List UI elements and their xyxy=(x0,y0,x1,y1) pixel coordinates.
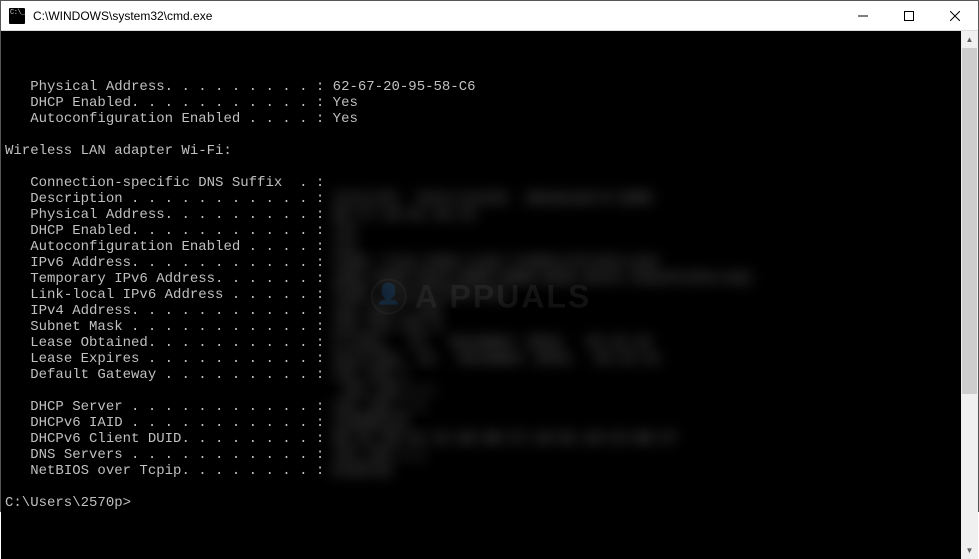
terminal-line: DHCP Server . . . . . . . . . . . : 192.… xyxy=(5,399,961,415)
terminal-line: Lease Obtained. . . . . . . . . . : Frid… xyxy=(5,335,961,351)
field-label: Connection-specific DNS Suffix . : xyxy=(30,175,324,191)
field-value: 192.168.1 xyxy=(324,367,408,383)
field-label: Physical Address. . . . . . . . . : xyxy=(30,207,324,223)
field-value: 192.168.1.1 xyxy=(324,399,425,415)
field-value: Friday, 15. November 2019, 10:15:42 xyxy=(324,335,652,351)
field-value: 192.168.1.105 xyxy=(324,303,442,319)
scroll-track[interactable] xyxy=(961,48,978,542)
minimize-button[interactable] xyxy=(840,1,886,31)
field-value: Yes xyxy=(324,95,358,111)
terminal-line: Wireless LAN adapter Wi-Fi: xyxy=(5,143,961,159)
terminal-line: Temporary IPv6 Address. . . . . . : 2001… xyxy=(5,271,961,287)
field-label: Physical Address. . . . . . . . . : xyxy=(30,79,324,95)
field-value: 62-67-20-95-58-C6 xyxy=(324,79,475,95)
cmd-icon xyxy=(9,8,25,24)
terminal-line xyxy=(5,479,961,495)
field-value: fe80::1%11(Preferred) xyxy=(324,287,509,303)
terminal-line: DHCPv6 Client DUID. . . . . . . . : 00-0… xyxy=(5,431,961,447)
field-value: Saturday, 16. November 2019, 10:15:41 xyxy=(324,351,660,367)
field-label: DHCP Server . . . . . . . . . . . : xyxy=(30,399,324,415)
terminal-line: 192.168.1.1 xyxy=(5,383,961,399)
terminal-line xyxy=(5,127,961,143)
terminal-line: DHCP Enabled. . . . . . . . . . . : Yes xyxy=(5,95,961,111)
prompt-text: C:\Users\2570p> xyxy=(5,495,131,511)
terminal-line: Connection-specific DNS Suffix . : xyxy=(5,175,961,191)
terminal-line: NetBIOS over Tcpip. . . . . . . . : Enab… xyxy=(5,463,961,479)
field-value: 234889216 xyxy=(324,415,408,431)
field-value: 2001:0db8:85a3:0000:0000:8a2e:0370:7334(… xyxy=(324,271,752,287)
cmd-window: C:\WINDOWS\system32\cmd.exe Physical Add… xyxy=(0,0,979,512)
terminal-line: Physical Address. . . . . . . . . : 00-2… xyxy=(5,207,961,223)
field-label: DHCPv6 IAID . . . . . . . . . . . : xyxy=(30,415,324,431)
field-value: Yes xyxy=(324,111,358,127)
field-label: Link-local IPv6 Address . . . . . : xyxy=(30,287,324,303)
scroll-down-button[interactable]: ▼ xyxy=(961,542,978,559)
field-value: Yes xyxy=(324,239,358,255)
field-value: Enabled xyxy=(324,463,391,479)
terminal-line: Autoconfiguration Enabled . . . . : Yes xyxy=(5,111,961,127)
terminal-line: IPv6 Address. . . . . . . . . . . : fe80… xyxy=(5,255,961,271)
field-label: Temporary IPv6 Address. . . . . . : xyxy=(30,271,324,287)
field-label: DHCP Enabled. . . . . . . . . . . : xyxy=(30,95,324,111)
field-value: 00-27-10-01-10-C3 xyxy=(324,207,475,223)
field-label: Default Gateway . . . . . . . . . : xyxy=(30,367,324,383)
terminal-line: Default Gateway . . . . . . . . . : 192.… xyxy=(5,367,961,383)
terminal-line: DHCPv6 IAID . . . . . . . . . . . : 2348… xyxy=(5,415,961,431)
field-label: Lease Obtained. . . . . . . . . . : xyxy=(30,335,324,351)
field-value: Yes xyxy=(324,223,358,239)
field-label: Wireless LAN adapter Wi-Fi: xyxy=(5,143,232,159)
field-label: Description . . . . . . . . . . . : xyxy=(30,191,324,207)
field-value: 192.168.1.1 xyxy=(324,447,425,463)
terminal-line: Autoconfiguration Enabled . . . . : Yes xyxy=(5,239,961,255)
terminal-line: Physical Address. . . . . . . . . : 62-6… xyxy=(5,79,961,95)
field-label: DNS Servers . . . . . . . . . . . : xyxy=(30,447,324,463)
titlebar[interactable]: C:\WINDOWS\system32\cmd.exe xyxy=(1,1,978,31)
terminal-line: DHCP Enabled. . . . . . . . . . . : Yes xyxy=(5,223,961,239)
terminal-prompt[interactable]: C:\Users\2570p> xyxy=(5,495,961,511)
field-label: DHCP Enabled. . . . . . . . . . . : xyxy=(30,223,324,239)
field-label: IPv6 Address. . . . . . . . . . . : xyxy=(30,255,324,271)
field-value: 255.255.255.0 xyxy=(324,319,442,335)
field-value: Intel(R) Centrino(R) Advanced-N 6205 xyxy=(324,191,652,207)
field-value: fe80::712e:5303:1128:7145%11(Preferred) xyxy=(324,255,660,271)
field-label: Autoconfiguration Enabled . . . . : xyxy=(30,239,324,255)
terminal-line xyxy=(5,159,961,175)
terminal-line: Subnet Mask . . . . . . . . . . . : 255.… xyxy=(5,319,961,335)
window-title: C:\WINDOWS\system32\cmd.exe xyxy=(33,9,212,23)
field-label: Lease Expires . . . . . . . . . . : xyxy=(30,351,324,367)
field-label: Autoconfiguration Enabled . . . . : xyxy=(30,111,324,127)
field-value: 00-01-00-01-1C-AE-00-27-10-01-10-C3-00-2… xyxy=(324,431,677,447)
vertical-scrollbar[interactable]: ▲ ▼ xyxy=(961,31,978,559)
terminal-line: DNS Servers . . . . . . . . . . . : 192.… xyxy=(5,447,961,463)
terminal-line: Description . . . . . . . . . . . : Inte… xyxy=(5,191,961,207)
field-label: Subnet Mask . . . . . . . . . . . : xyxy=(30,319,324,335)
field-label: DHCPv6 Client DUID. . . . . . . . : xyxy=(30,431,324,447)
terminal-line: Lease Expires . . . . . . . . . . : Satu… xyxy=(5,351,961,367)
terminal-line: IPv4 Address. . . . . . . . . . . : 192.… xyxy=(5,303,961,319)
client-area: Physical Address. . . . . . . . . : 62-6… xyxy=(1,31,978,559)
close-button[interactable] xyxy=(932,1,978,31)
scroll-thumb[interactable] xyxy=(962,48,977,394)
terminal-line: Link-local IPv6 Address . . . . . : fe80… xyxy=(5,287,961,303)
field-label: NetBIOS over Tcpip. . . . . . . . : xyxy=(30,463,324,479)
field-label: IPv4 Address. . . . . . . . . . . : xyxy=(30,303,324,319)
terminal-output[interactable]: Physical Address. . . . . . . . . : 62-6… xyxy=(1,31,961,559)
maximize-button[interactable] xyxy=(886,1,932,31)
scroll-up-button[interactable]: ▲ xyxy=(961,31,978,48)
field-value: 192.168.1.1 xyxy=(30,383,433,399)
